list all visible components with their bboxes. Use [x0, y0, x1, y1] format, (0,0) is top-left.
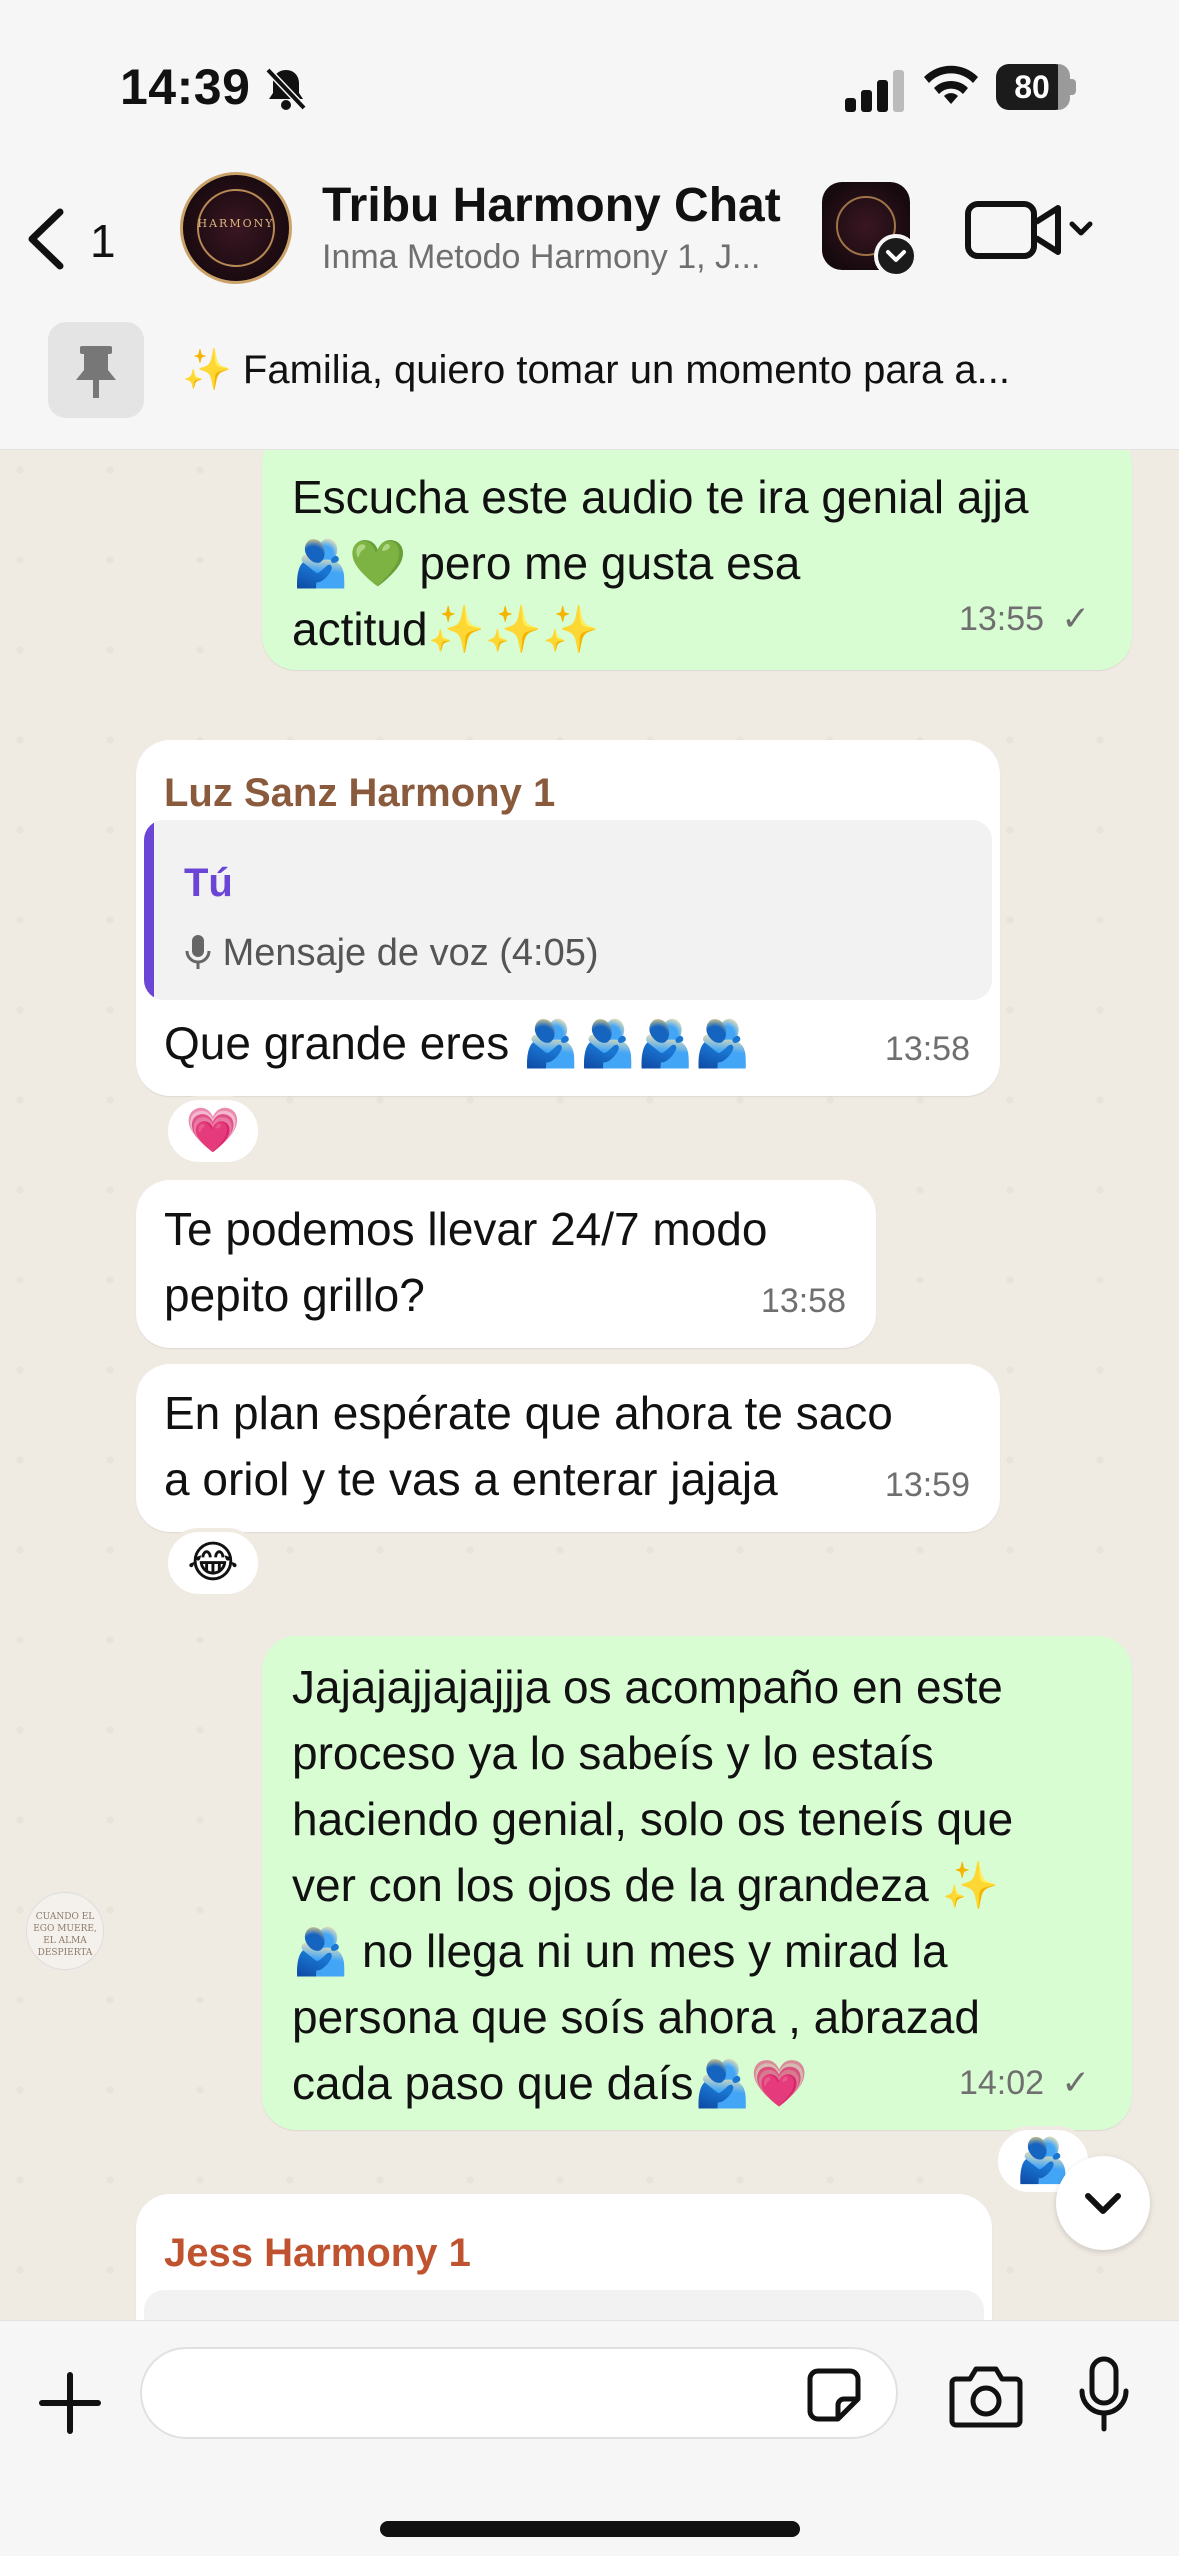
pin-icon: [76, 346, 116, 398]
message-reaction[interactable]: 😂: [164, 1528, 262, 1598]
community-badge: [874, 234, 918, 278]
mic-icon: [185, 935, 211, 969]
plus-icon: [39, 2372, 101, 2434]
signal-icon: [845, 70, 904, 112]
message-time: 13:58: [884, 1030, 970, 1068]
sent-check-icon: ✓: [1061, 2064, 1091, 2102]
attach-button[interactable]: [36, 2369, 104, 2437]
pin-icon-box[interactable]: [48, 322, 144, 418]
chevron-down-icon: [1085, 2193, 1121, 2214]
chevron-down-icon: [886, 250, 906, 262]
scroll-down-button[interactable]: [1056, 2156, 1150, 2250]
message-input[interactable]: [172, 2363, 792, 2423]
camera-icon: [949, 2366, 1023, 2428]
quoted-text: Mensaje de voz (4:05): [184, 920, 599, 986]
unread-count: 1: [90, 215, 116, 267]
chat-header: 1 HARMONY Tribu Harmony Chat Inma Metodo…: [0, 160, 1179, 450]
message-incoming[interactable]: En plan espérate que ahora te saco a ori…: [136, 1364, 1000, 1532]
message-incoming[interactable]: Jess Harmony 1: [136, 2194, 992, 2320]
message-meta: 13:55 ✓: [959, 586, 1090, 652]
chat-title[interactable]: Tribu Harmony Chat: [322, 178, 781, 233]
group-avatar[interactable]: HARMONY: [180, 172, 292, 284]
quoted-message[interactable]: [144, 2290, 984, 2320]
community-avatar[interactable]: [822, 182, 918, 278]
quoted-sender: Tú: [184, 861, 233, 905]
sticker-icon: [807, 2368, 861, 2422]
message-time: 13:58: [760, 1282, 846, 1320]
sender-name: Luz Sanz Harmony 1: [164, 771, 556, 815]
battery-icon: 80: [996, 64, 1076, 110]
message-reaction[interactable]: 💗: [164, 1096, 262, 1166]
video-camera-icon: [965, 201, 1093, 259]
message-composer: [0, 2320, 1179, 2556]
message-time: 13:59: [884, 1466, 970, 1504]
chat-area[interactable]: Escucha este audio te ira genial ajja 🫂💚…: [0, 450, 1179, 2320]
mic-icon: [1079, 2356, 1129, 2432]
message-outgoing[interactable]: Jajajajjajajjja os acompaño en este proc…: [262, 1636, 1132, 2130]
message-text: Que grande eres 🫂🫂🫂🫂: [164, 1017, 752, 1069]
sticker-button[interactable]: [804, 2365, 864, 2425]
video-call-button[interactable]: [964, 190, 1100, 270]
message-incoming[interactable]: Te podemos llevar 24/7 modo pepito grill…: [136, 1180, 876, 1348]
message-text: Te podemos llevar 24/7 modo pepito grill…: [164, 1203, 768, 1321]
avatar-logo-text: HARMONY: [197, 217, 275, 230]
message-text: En plan espérate que ahora te saco a ori…: [164, 1387, 893, 1505]
battery-level: 80: [996, 64, 1070, 110]
message-outgoing[interactable]: Escucha este audio te ira genial ajja 🫂💚…: [262, 450, 1132, 670]
back-button[interactable]: 1: [22, 196, 132, 276]
quoted-message[interactable]: Tú Mensaje de voz (4:05): [144, 820, 992, 1000]
sender-avatar[interactable]: CUANDO EL EGO MUERE, EL ALMA DESPIERTA: [26, 1892, 104, 1970]
status-time: 14:39: [120, 59, 251, 115]
message-text: Jajajajjajajjja os acompaño en este proc…: [292, 1661, 1014, 2109]
chat-participants[interactable]: Inma Metodo Harmony 1, J...: [322, 238, 802, 277]
message-text: Escucha este audio te ira genial ajja 🫂💚…: [292, 471, 1029, 655]
chevron-left-icon: [28, 208, 64, 270]
message-incoming[interactable]: Luz Sanz Harmony 1 Tú Mensaje de voz (4:…: [136, 740, 1000, 1096]
message-input-wrapper: [140, 2347, 898, 2439]
message-time: 13:55: [958, 600, 1045, 638]
sender-name: Jess Harmony 1: [164, 2231, 471, 2275]
camera-button[interactable]: [948, 2363, 1024, 2429]
wifi-icon: [924, 65, 978, 104]
bell-slash-icon: [265, 67, 307, 111]
message-meta: 14:02 ✓: [959, 2050, 1090, 2116]
sent-check-icon: ✓: [1061, 600, 1091, 638]
message-time: 14:02: [958, 2064, 1045, 2102]
voice-message-button[interactable]: [1076, 2355, 1132, 2435]
status-bar: 14:39 80: [0, 0, 1179, 160]
pinned-message-text[interactable]: ✨ Familia, quiero tomar un momento para …: [182, 346, 1142, 393]
avatar-text: CUANDO EL EGO MUERE, EL ALMA DESPIERTA: [33, 1912, 97, 1958]
home-indicator: [380, 2521, 800, 2537]
